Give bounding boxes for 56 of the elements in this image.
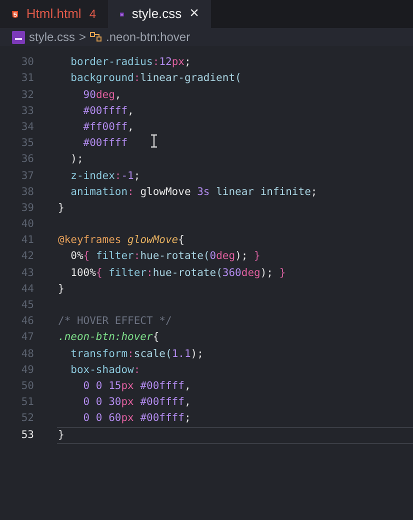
code-line: 0%{ filter:hue-rotate(0deg); } (70, 249, 260, 264)
code-line: animation: glowMove 3s linear infinite; (70, 184, 318, 200)
line-number: 36 (20, 152, 34, 168)
breadcrumb-separator: > (79, 29, 86, 46)
line-number: 45 (20, 298, 34, 314)
line-number: 42 (20, 249, 34, 264)
text-cursor-icon (150, 134, 158, 148)
line-number: 38 (20, 184, 34, 200)
line-number: 48 (20, 346, 34, 362)
line-number: 47 (20, 330, 34, 346)
line-number: 46 (20, 314, 34, 330)
editor-tab[interactable]: Html.html 4 (0, 0, 108, 28)
code-line: /* HOVER EFFECT */ (57, 314, 172, 330)
line-number: 33 (20, 104, 34, 119)
line-number: 32 (20, 88, 34, 103)
code-line: } (57, 427, 413, 444)
line-number: 37 (20, 168, 34, 184)
code-line: .neon-btn:hover{ (57, 330, 160, 346)
line-number: 30 (20, 55, 34, 70)
line-number: 31 (20, 71, 34, 86)
symbol-icon (90, 32, 102, 42)
code-line: @keyframes glowMove{ (57, 233, 184, 248)
error-count: 4 (89, 6, 96, 23)
line-number: 40 (20, 217, 34, 232)
line-number: 34 (20, 120, 34, 135)
breadcrumb-item[interactable]: .neon-btn:hover (106, 28, 190, 46)
code-line: background:linear-gradient( (70, 71, 242, 86)
code-line: ); (70, 152, 84, 168)
line-number: 41 (20, 233, 34, 248)
code-line: 0 0 60px #00ffff; (82, 411, 191, 426)
code-line: #ff00ff, (82, 120, 134, 135)
code-line: border-radius:12px; (70, 55, 191, 70)
line-number: 35 (20, 136, 34, 152)
code-line: #00ffff, (82, 104, 134, 119)
line-number: 50 (20, 378, 34, 394)
code-line: } (57, 282, 64, 297)
line-number: 39 (20, 200, 34, 216)
line-number: 49 (20, 362, 34, 378)
line-number: 44 (20, 282, 34, 297)
code-line: z-index:-1; (70, 168, 140, 184)
code-line: transform:scale(1.1); (70, 346, 204, 362)
code-line: 100%{ filter:hue-rotate(360deg); } (70, 266, 286, 281)
editor-tab[interactable]: style.css × (108, 0, 211, 28)
line-number: 53 (20, 428, 34, 443)
code-line: } (57, 200, 64, 216)
line-number: 43 (20, 266, 34, 281)
code-line: 90deg, (82, 88, 122, 103)
code-line: box-shadow: (70, 362, 140, 378)
line-number: 51 (20, 395, 34, 410)
code-line: #00ffff (82, 136, 128, 152)
css-file-icon (12, 30, 25, 44)
code-line: 0 0 15px #00ffff, (82, 378, 191, 394)
line-number: 52 (20, 411, 34, 426)
close-button[interactable]: × (190, 6, 199, 22)
code-line: 0 0 30px #00ffff, (82, 395, 191, 410)
breadcrumb-item[interactable]: style.css (29, 28, 76, 46)
